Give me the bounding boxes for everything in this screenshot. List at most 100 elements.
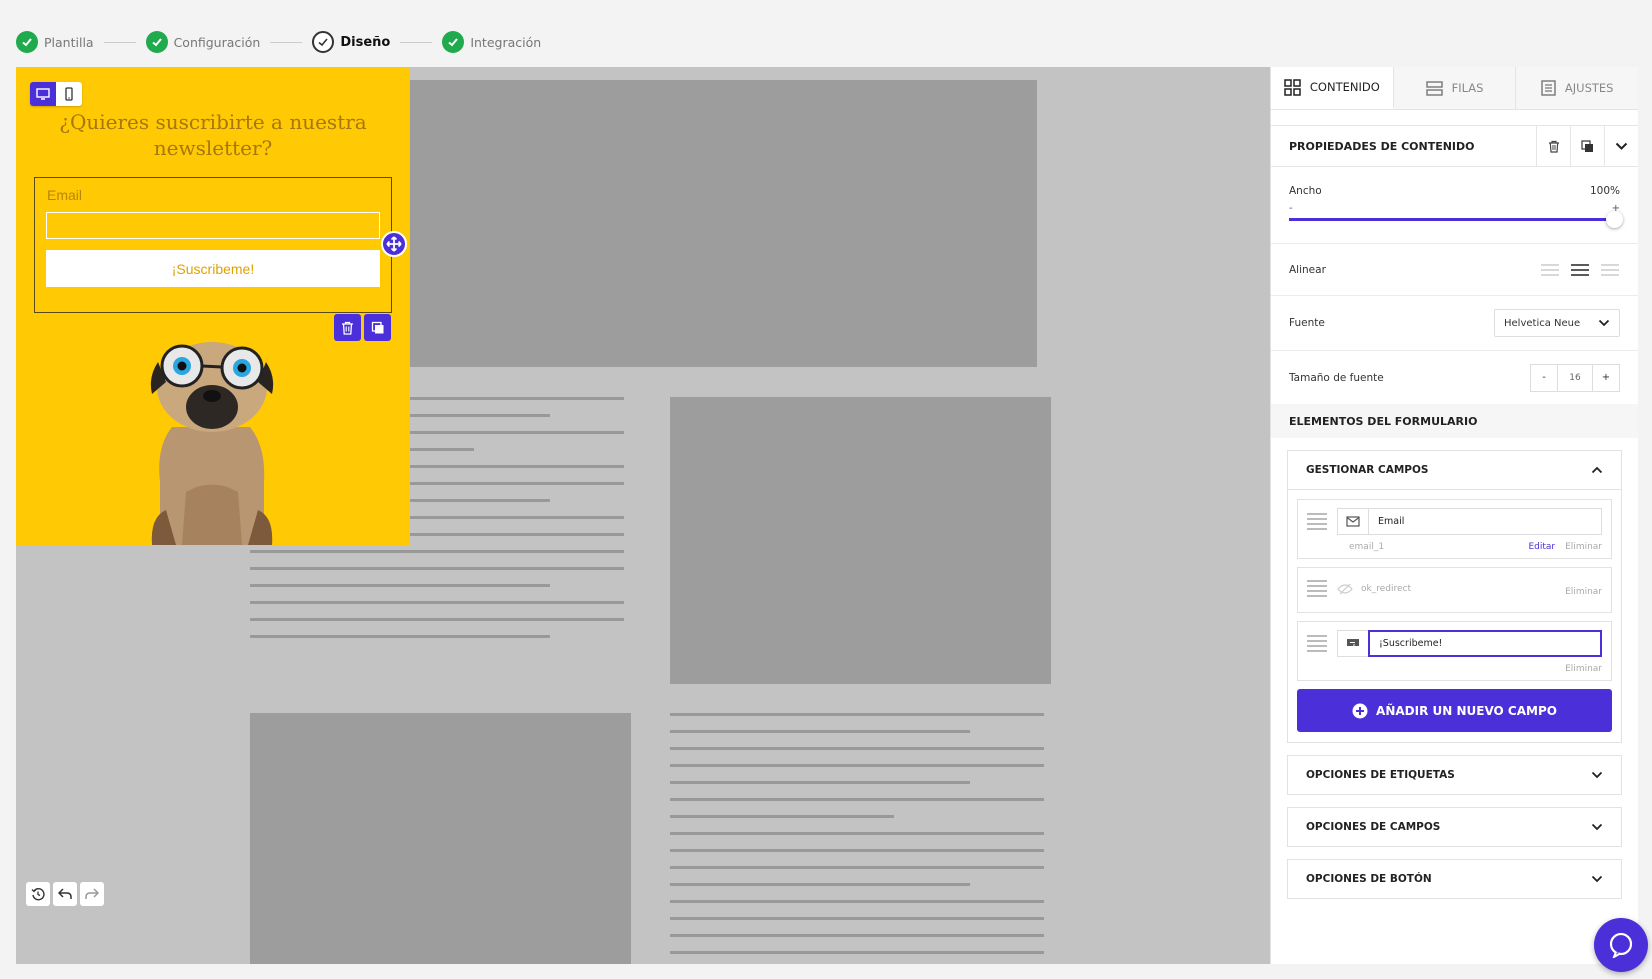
placeholder-text-line (670, 730, 970, 733)
font-size-stepper: - 16 + (1530, 363, 1620, 392)
slider-thumb[interactable] (1606, 211, 1623, 228)
step-label: Plantilla (44, 34, 94, 50)
tab-label: AJUSTES (1564, 81, 1614, 95)
align-left-icon[interactable] (1540, 263, 1560, 277)
chevron-down-icon (1591, 823, 1603, 831)
width-control: Ancho 100% - + (1271, 167, 1638, 244)
pug-image (150, 342, 274, 545)
rows-icon (1425, 80, 1443, 96)
font-label: Fuente (1289, 317, 1325, 329)
subscribe-button[interactable]: ¡Suscribeme! (46, 250, 380, 287)
history-controls (26, 882, 104, 906)
increase-button[interactable]: + (1593, 365, 1619, 391)
placeholder-text-line (250, 584, 550, 587)
tab-filas[interactable]: FILAS (1394, 67, 1517, 109)
tab-contenido[interactable]: CONTENIDO (1271, 67, 1394, 109)
step-label: Diseño (340, 34, 391, 50)
placeholder-image (250, 713, 631, 964)
drag-handle-icon[interactable] (1307, 580, 1327, 597)
undo-icon (58, 888, 72, 899)
placeholder-text-line (670, 798, 1044, 801)
step-connector (270, 41, 303, 43)
history-button[interactable] (26, 882, 50, 906)
field-card-button: ¡Suscribeme! Eliminar (1297, 621, 1612, 681)
step-connector (400, 41, 433, 43)
placeholder-text-line (670, 832, 1044, 835)
field-label-input[interactable]: Email (1368, 508, 1602, 535)
placeholder-text-line (670, 781, 970, 784)
plus-circle-icon (1352, 703, 1368, 718)
font-value: Helvetica Neue (1504, 317, 1581, 329)
manage-fields-section: GESTIONAR CAMPOS Email email_1 Editar El… (1287, 450, 1622, 743)
hidden-eye-icon (1337, 583, 1353, 594)
manage-fields-header[interactable]: GESTIONAR CAMPOS (1288, 451, 1621, 489)
delete-field-link[interactable]: Eliminar (1565, 542, 1602, 552)
width-slider[interactable] (1289, 211, 1623, 228)
field-options-header[interactable]: OPCIONES DE CAMPOS (1288, 808, 1621, 846)
mobile-icon[interactable] (56, 82, 82, 106)
align-center-icon[interactable] (1570, 263, 1590, 277)
properties-title: PROPIEDADES DE CONTENIDO (1289, 139, 1475, 153)
step-plantilla[interactable]: Plantilla (16, 31, 94, 53)
delete-content-button[interactable] (1536, 126, 1570, 166)
block-actions (334, 314, 391, 341)
edit-field-link[interactable]: Editar (1528, 542, 1555, 552)
duplicate-block-button[interactable] (364, 314, 391, 341)
device-toggle (30, 82, 82, 106)
drag-handle-icon[interactable] (1307, 635, 1327, 652)
drag-handle-icon[interactable] (1307, 513, 1327, 530)
check-icon (16, 31, 38, 53)
redo-icon (85, 888, 99, 899)
delete-block-button[interactable] (334, 314, 361, 341)
check-icon (312, 31, 335, 53)
step-label: Integración (470, 34, 542, 50)
check-icon (442, 31, 465, 53)
step-integracion[interactable]: Integración (442, 31, 541, 53)
font-size-value[interactable]: 16 (1557, 364, 1593, 391)
delete-field-link[interactable]: Eliminar (1565, 587, 1602, 597)
step-configuracion[interactable]: Configuración (145, 31, 260, 53)
chevron-down-icon (1591, 771, 1603, 779)
collapse-properties-button[interactable] (1604, 126, 1638, 166)
placeholder-text-line (670, 866, 1044, 869)
step-diseno[interactable]: Diseño (312, 31, 390, 53)
history-icon (31, 888, 45, 901)
email-input[interactable] (46, 212, 380, 239)
trash-icon (342, 321, 353, 335)
label-options-header[interactable]: OPCIONES DE ETIQUETAS (1288, 756, 1621, 794)
manage-fields-title: GESTIONAR CAMPOS (1306, 464, 1429, 476)
align-right-icon[interactable] (1600, 263, 1620, 277)
newsletter-popup[interactable]: ¿Quieres suscribirte a nuestra newslette… (16, 67, 410, 545)
placeholder-text-line (670, 883, 970, 886)
form-elements-header: ELEMENTOS DEL FORMULARIO (1271, 404, 1638, 438)
popup-title[interactable]: ¿Quieres suscribirte a nuestra newslette… (36, 109, 390, 161)
font-size-control: Tamaño de fuente - 16 + (1271, 351, 1638, 404)
redo-button[interactable] (80, 882, 104, 906)
chevron-down-icon (1598, 319, 1610, 327)
add-field-label: AÑADIR UN NUEVO CAMPO (1376, 703, 1557, 718)
move-icon[interactable] (381, 231, 407, 257)
decrease-button[interactable]: - (1531, 365, 1557, 391)
settings-list-icon (1541, 80, 1556, 96)
placeholder-text-line (670, 951, 1044, 954)
chevron-up-icon (1591, 466, 1603, 474)
placeholder-text-line (250, 567, 624, 570)
font-select[interactable]: Helvetica Neue (1494, 309, 1620, 337)
button-label-input[interactable]: ¡Suscribeme! (1368, 630, 1602, 657)
field-options-section: OPCIONES DE CAMPOS (1287, 807, 1622, 847)
form-block[interactable]: Email ¡Suscribeme! (34, 177, 392, 313)
add-field-button[interactable]: AÑADIR UN NUEVO CAMPO (1297, 689, 1612, 732)
button-icon (1337, 630, 1368, 657)
label-options-section: OPCIONES DE ETIQUETAS (1287, 755, 1622, 795)
design-canvas[interactable]: ¿Quieres suscribirte a nuestra newslette… (16, 67, 1270, 964)
tab-ajustes[interactable]: AJUSTES (1516, 67, 1638, 109)
desktop-icon[interactable] (30, 82, 56, 106)
button-options-header[interactable]: OPCIONES DE BOTÓN (1288, 860, 1621, 898)
placeholder-text-line (670, 849, 1044, 852)
tab-label: FILAS (1451, 81, 1484, 95)
panel-tabs: CONTENIDO FILAS AJUSTES (1271, 67, 1638, 110)
delete-field-link[interactable]: Eliminar (1565, 664, 1602, 674)
chat-icon[interactable] (1594, 918, 1648, 972)
duplicate-content-button[interactable] (1570, 126, 1604, 166)
undo-button[interactable] (53, 882, 77, 906)
